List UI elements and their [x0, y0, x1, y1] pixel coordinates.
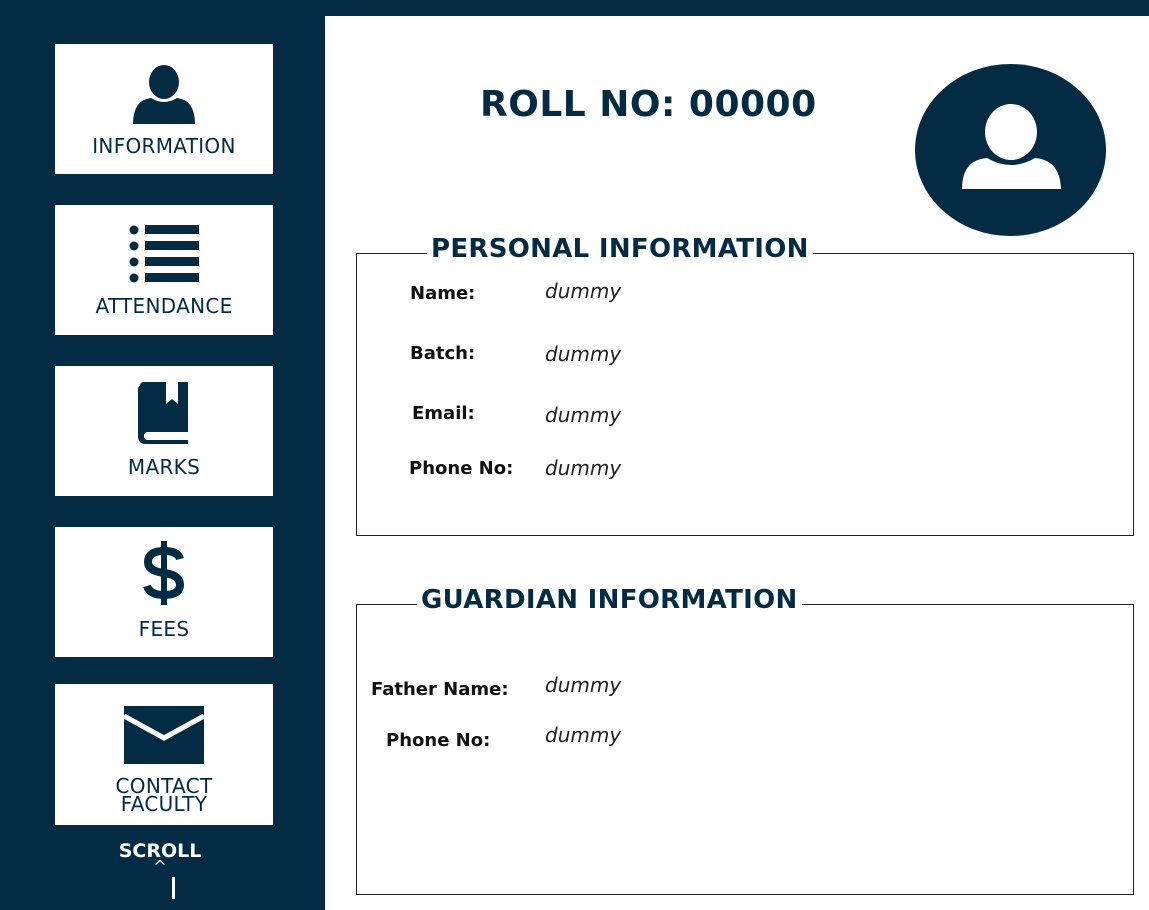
name-label: Name:: [410, 283, 476, 304]
scroll-handle[interactable]: [172, 877, 175, 899]
guardian-phone-value: dummy: [545, 723, 622, 747]
sidebar-item-label: ATTENDANCE: [95, 294, 233, 318]
sidebar-item-attendance[interactable]: ATTENDANCE: [55, 205, 273, 335]
sidebar-item-marks[interactable]: MARKS: [55, 366, 273, 496]
sidebar-item-fees[interactable]: FEES: [55, 527, 273, 657]
father-name-value: dummy: [545, 673, 622, 697]
email-label: Email:: [412, 403, 475, 424]
guardian-information-heading: GUARDIAN INFORMATION: [417, 585, 802, 615]
batch-value: dummy: [545, 342, 622, 366]
user-icon: [962, 104, 1061, 189]
batch-label: Batch:: [410, 343, 476, 364]
list-icon: [55, 224, 273, 286]
sidebar-item-information[interactable]: INFORMATION: [55, 44, 273, 174]
dollar-icon: [55, 541, 273, 605]
guardian-phone-label: Phone No:: [386, 730, 491, 751]
top-bar: [325, 0, 1149, 16]
page-title: ROLL NO: 00000: [480, 84, 817, 125]
scroll-up-caret-icon[interactable]: ^: [100, 859, 220, 875]
name-value: dummy: [545, 279, 622, 303]
book-icon: [55, 382, 273, 444]
sidebar-item-label-line2: FACULTY: [120, 792, 208, 816]
envelope-icon: [55, 706, 273, 764]
sidebar: INFORMATION ATTENDANCE MARKS FEES CONTAC…: [0, 0, 325, 910]
avatar[interactable]: [915, 64, 1106, 236]
sidebar-item-label: MARKS: [127, 455, 201, 479]
user-icon: [55, 64, 273, 126]
phone-value: dummy: [545, 456, 622, 480]
sidebar-item-label: FEES: [138, 617, 190, 641]
email-value: dummy: [545, 403, 622, 427]
guardian-information-panel: GUARDIAN INFORMATION Father Name: dummy …: [356, 585, 1134, 895]
personal-information-heading: PERSONAL INFORMATION: [427, 234, 813, 264]
father-name-label: Father Name:: [371, 679, 509, 700]
phone-label: Phone No:: [409, 458, 514, 479]
sidebar-item-contact-faculty[interactable]: CONTACT FACULTY: [55, 684, 273, 825]
sidebar-item-label: INFORMATION: [92, 134, 236, 158]
personal-information-panel: PERSONAL INFORMATION Name: dummy Batch: …: [356, 234, 1134, 536]
